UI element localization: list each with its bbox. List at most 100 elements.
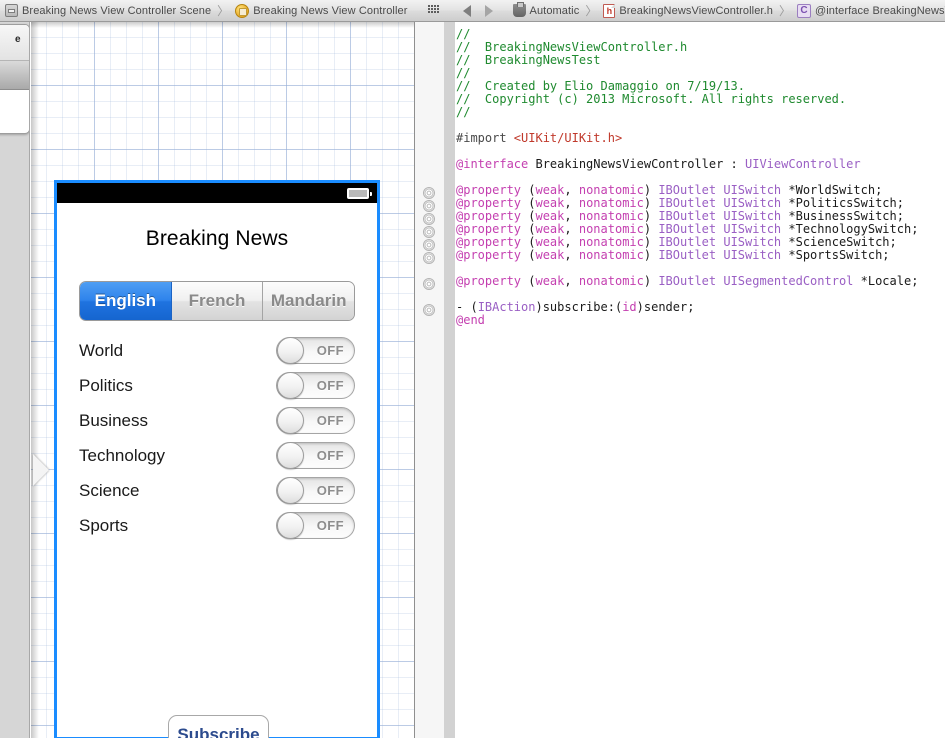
switch-world[interactable]: OFF xyxy=(276,337,355,364)
code-token: weak xyxy=(535,274,564,288)
ibooutlet-connection-circle[interactable] xyxy=(423,278,435,290)
assistant-editor-grid-button[interactable] xyxy=(421,0,448,22)
ibooutlet-connection-circle[interactable] xyxy=(423,304,435,316)
ibooutlet-connection-circle[interactable] xyxy=(423,200,435,212)
automatic-bucket-icon xyxy=(513,4,526,17)
back-button[interactable] xyxy=(456,0,478,22)
code-token: UISegmentedControl xyxy=(723,274,853,288)
code-token: weak xyxy=(535,248,564,262)
breadcrumb-automatic[interactable]: Automatic xyxy=(508,0,585,21)
code-token: *Locale; xyxy=(853,274,918,288)
switch-business[interactable]: OFF xyxy=(276,407,355,434)
code-token: ( xyxy=(521,274,535,288)
subscribe-button[interactable]: Subscribe xyxy=(168,715,269,738)
code-token: ) xyxy=(644,274,658,288)
segment-english[interactable]: English xyxy=(80,282,172,320)
code-token: *TechnologySwitch; xyxy=(781,222,918,236)
code-token: BreakingNewsViewController : xyxy=(528,157,745,171)
switch-knob xyxy=(277,477,304,504)
navigator-popup-selected-row[interactable] xyxy=(0,61,29,90)
code-token: - ( xyxy=(456,300,478,314)
code-token: ) xyxy=(644,209,658,223)
switch-state-technology: OFF xyxy=(317,448,344,463)
code-token: ( xyxy=(521,209,535,223)
segment-french[interactable]: French xyxy=(172,282,264,320)
ibooutlet-connection-circle[interactable] xyxy=(423,187,435,199)
locale-segmented-control[interactable]: English French Mandarin xyxy=(79,281,355,321)
row-label-science: Science xyxy=(79,481,139,501)
storyboard-scene-icon xyxy=(5,4,18,17)
code-line: // BreakingNewsTest xyxy=(456,54,945,67)
code-token: @property xyxy=(456,248,521,262)
code-token: weak xyxy=(535,222,564,236)
objc-interface-icon: C xyxy=(797,4,811,18)
code-token: , xyxy=(564,248,578,262)
row-business: Business OFF xyxy=(57,403,377,438)
row-politics: Politics OFF xyxy=(57,368,377,403)
navigator-panel-stub: e xyxy=(0,22,30,738)
app-screen: Breaking News English French Mandarin Wo… xyxy=(57,203,377,737)
switch-sports[interactable]: OFF xyxy=(276,512,355,539)
code-token: @property xyxy=(456,222,521,236)
xcode-window: Breaking News View Controller Scene 〉 Br… xyxy=(0,0,945,738)
row-label-sports: Sports xyxy=(79,516,128,536)
row-sports: Sports OFF xyxy=(57,508,377,543)
switch-state-sports: OFF xyxy=(317,518,344,533)
navigator-popup-title: e xyxy=(0,25,29,61)
code-token: // BreakingNewsViewController.h xyxy=(456,40,687,54)
page-title: Breaking News xyxy=(57,203,377,251)
back-arrow-icon xyxy=(463,5,471,17)
code-token: , xyxy=(564,196,578,210)
row-label-business: Business xyxy=(79,411,148,431)
code-token: nonatomic xyxy=(579,222,644,236)
assistant-editor-grid-icon xyxy=(428,5,441,16)
code-token: ( xyxy=(521,235,535,249)
code-token: // BreakingNewsTest xyxy=(456,53,601,67)
code-token: ( xyxy=(521,248,535,262)
code-token: ) xyxy=(644,196,658,210)
code-token: nonatomic xyxy=(579,209,644,223)
code-token: , xyxy=(564,235,578,249)
switch-science[interactable]: OFF xyxy=(276,477,355,504)
iphone-scene-view[interactable]: Breaking News English French Mandarin Wo… xyxy=(54,180,380,738)
code-line: @property (weak, nonatomic) IBOutlet UIS… xyxy=(456,249,945,262)
code-line: - (IBAction)subscribe:(id)sender; xyxy=(456,301,945,314)
code-token: @property xyxy=(456,274,521,288)
code-token: <UIKit/UIKit.h> xyxy=(514,131,622,145)
editor-gutter xyxy=(414,22,445,738)
code-token: nonatomic xyxy=(579,183,644,197)
breadcrumb-symbol[interactable]: C @interface BreakingNewsV xyxy=(792,0,945,21)
code-line: #import <UIKit/UIKit.h> xyxy=(456,132,945,145)
ibooutlet-connection-circle[interactable] xyxy=(423,239,435,251)
ibooutlet-connection-circle[interactable] xyxy=(423,213,435,225)
switch-state-business: OFF xyxy=(317,413,344,428)
ibooutlet-connection-circle[interactable] xyxy=(423,252,435,264)
code-token: weak xyxy=(535,209,564,223)
code-token: nonatomic xyxy=(579,196,644,210)
source-code-editor[interactable]: //// BreakingNewsViewController.h// Brea… xyxy=(456,22,945,738)
code-token: weak xyxy=(535,196,564,210)
breadcrumb-file[interactable]: h BreakingNewsViewController.h xyxy=(598,0,778,21)
ibooutlet-connection-circle[interactable] xyxy=(423,226,435,238)
breadcrumb-scene[interactable]: Breaking News View Controller Scene xyxy=(0,0,216,21)
code-token: *PoliticsSwitch; xyxy=(781,196,904,210)
expand-canvas-triangle-icon xyxy=(33,454,49,486)
forward-button[interactable] xyxy=(478,0,500,22)
gutter-pad xyxy=(444,22,455,738)
code-token: // Copyright (c) 2013 Microsoft. All rig… xyxy=(456,92,846,106)
canvas-expand-handle[interactable] xyxy=(30,450,52,490)
switch-knob xyxy=(277,337,304,364)
breadcrumb-view-controller[interactable]: Breaking News View Controller xyxy=(230,0,412,21)
switch-politics[interactable]: OFF xyxy=(276,372,355,399)
code-line: @interface BreakingNewsViewController : … xyxy=(456,158,945,171)
jump-bar: Breaking News View Controller Scene 〉 Br… xyxy=(0,0,945,22)
switch-technology[interactable]: OFF xyxy=(276,442,355,469)
row-label-politics: Politics xyxy=(79,376,133,396)
code-token: )subscribe:( xyxy=(535,300,622,314)
navigator-popup-card[interactable]: e xyxy=(0,24,30,134)
segment-mandarin[interactable]: Mandarin xyxy=(263,282,354,320)
breadcrumb-separator-1: 〉 xyxy=(216,2,230,19)
breadcrumb-symbol-label: @interface BreakingNewsV xyxy=(815,5,945,17)
code-token: ) xyxy=(644,183,658,197)
code-token: nonatomic xyxy=(579,235,644,249)
